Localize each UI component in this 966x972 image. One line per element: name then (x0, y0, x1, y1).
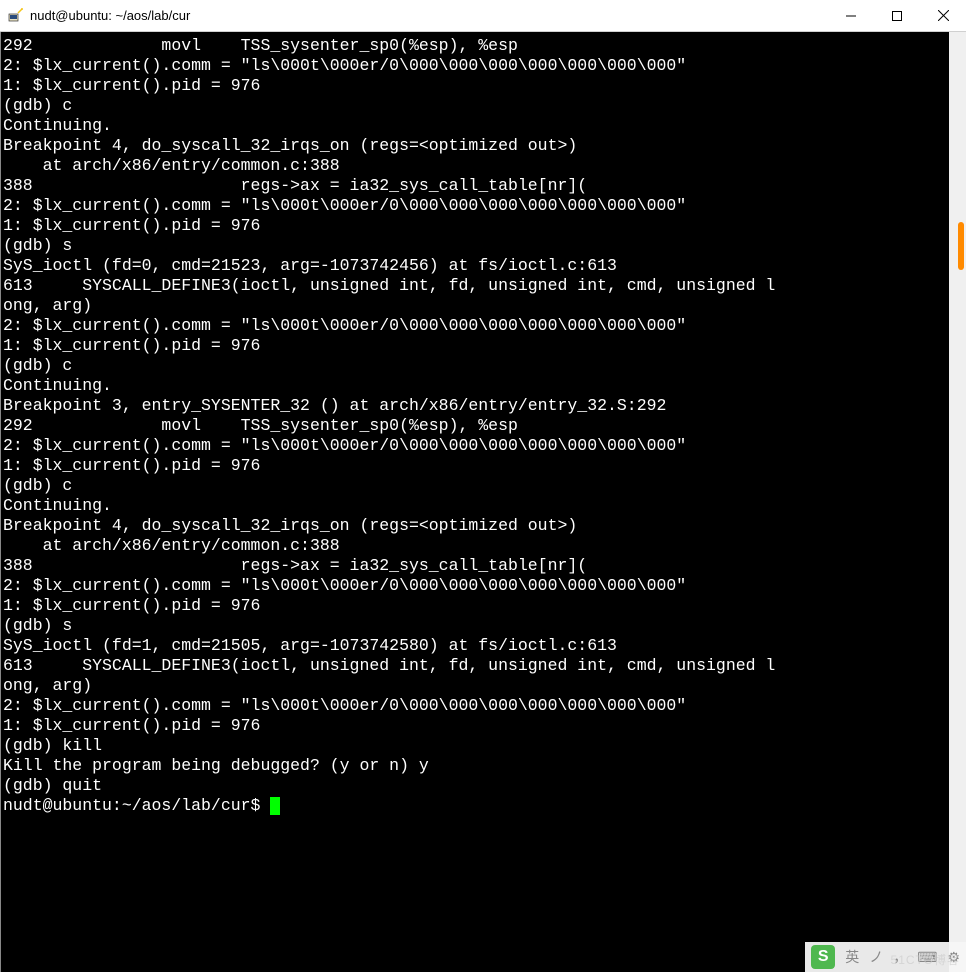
putty-icon (6, 7, 24, 25)
watermark-text: 51CTO博客 (891, 951, 960, 968)
terminal-line: 1: $lx_current().pid = 976 (3, 336, 949, 356)
terminal-line: 388 regs->ax = ia32_sys_call_table[nr]( (3, 176, 949, 196)
terminal-line: Continuing. (3, 376, 949, 396)
terminal-line: 1: $lx_current().pid = 976 (3, 456, 949, 476)
terminal-line: (gdb) s (3, 616, 949, 636)
terminal-line: ong, arg) (3, 296, 949, 316)
terminal-prompt-line: nudt@ubuntu:~/aos/lab/cur$ (3, 796, 949, 816)
maximize-button[interactable] (874, 0, 920, 31)
terminal-line: 1: $lx_current().pid = 976 (3, 216, 949, 236)
terminal-line: Breakpoint 3, entry_SYSENTER_32 () at ar… (3, 396, 949, 416)
terminal-line: 1: $lx_current().pid = 976 (3, 76, 949, 96)
terminal-line: SyS_ioctl (fd=0, cmd=21523, arg=-1073742… (3, 256, 949, 276)
terminal-line: (gdb) c (3, 96, 949, 116)
terminal-output[interactable]: 292 movl TSS_sysenter_sp0(%esp), %esp2: … (1, 32, 949, 972)
terminal-line: 2: $lx_current().comm = "ls\000t\000er/0… (3, 316, 949, 336)
terminal-line: 388 regs->ax = ia32_sys_call_table[nr]( (3, 556, 949, 576)
ime-punct-icon[interactable]: ノ (869, 947, 883, 967)
terminal-line: 2: $lx_current().comm = "ls\000t\000er/0… (3, 56, 949, 76)
terminal-line: at arch/x86/entry/common.c:388 (3, 156, 949, 176)
terminal-line: (gdb) c (3, 476, 949, 496)
terminal-line: Breakpoint 4, do_syscall_32_irqs_on (reg… (3, 136, 949, 156)
terminal-container: 292 movl TSS_sysenter_sp0(%esp), %esp2: … (0, 32, 966, 972)
terminal-line: 2: $lx_current().comm = "ls\000t\000er/0… (3, 436, 949, 456)
terminal-line: Breakpoint 4, do_syscall_32_irqs_on (reg… (3, 516, 949, 536)
terminal-line: (gdb) s (3, 236, 949, 256)
terminal-line: 2: $lx_current().comm = "ls\000t\000er/0… (3, 696, 949, 716)
terminal-line: (gdb) c (3, 356, 949, 376)
ime-mode[interactable]: 英 (845, 947, 859, 967)
terminal-line: (gdb) kill (3, 736, 949, 756)
terminal-line: Continuing. (3, 116, 949, 136)
minimize-button[interactable] (828, 0, 874, 31)
cursor-block (270, 797, 280, 815)
terminal-line: 613 SYSCALL_DEFINE3(ioctl, unsigned int,… (3, 656, 949, 676)
window-title: nudt@ubuntu: ~/aos/lab/cur (30, 8, 828, 23)
terminal-line: 2: $lx_current().comm = "ls\000t\000er/0… (3, 576, 949, 596)
terminal-line: SyS_ioctl (fd=1, cmd=21505, arg=-1073742… (3, 636, 949, 656)
window-controls (828, 0, 966, 31)
close-button[interactable] (920, 0, 966, 31)
terminal-line: 1: $lx_current().pid = 976 (3, 596, 949, 616)
terminal-line: ong, arg) (3, 676, 949, 696)
ime-logo-icon[interactable]: S (811, 945, 835, 969)
window-titlebar: nudt@ubuntu: ~/aos/lab/cur (0, 0, 966, 32)
terminal-line: 1: $lx_current().pid = 976 (3, 716, 949, 736)
scrollbar-thumb[interactable] (958, 222, 964, 270)
terminal-line: at arch/x86/entry/common.c:388 (3, 536, 949, 556)
terminal-line: 292 movl TSS_sysenter_sp0(%esp), %esp (3, 36, 949, 56)
terminal-line: 2: $lx_current().comm = "ls\000t\000er/0… (3, 196, 949, 216)
scrollbar-track[interactable] (949, 32, 966, 972)
terminal-line: Continuing. (3, 496, 949, 516)
terminal-line: (gdb) quit (3, 776, 949, 796)
terminal-line: Kill the program being debugged? (y or n… (3, 756, 949, 776)
terminal-line: 613 SYSCALL_DEFINE3(ioctl, unsigned int,… (3, 276, 949, 296)
terminal-line: 292 movl TSS_sysenter_sp0(%esp), %esp (3, 416, 949, 436)
